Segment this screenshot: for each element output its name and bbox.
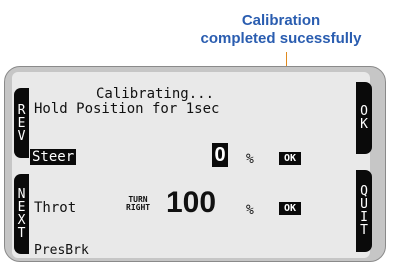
screen-title: Calibrating...	[96, 86, 215, 102]
throt-unit: %	[246, 203, 254, 218]
steer-label: Steer	[30, 149, 77, 165]
throt-label: Throt	[34, 200, 77, 216]
softkey-next[interactable]: N E X T	[14, 174, 29, 254]
steer-value: 0	[212, 143, 228, 167]
presbrk-label: PresBrk	[34, 243, 89, 258]
screen-subtitle: Hold Position for 1sec	[34, 101, 220, 117]
throt-mode: TURN RIGHT	[126, 195, 151, 212]
softkey-ok[interactable]: O K	[356, 82, 372, 154]
steer-unit: %	[246, 152, 254, 167]
throt-value: 100	[166, 186, 217, 219]
callout-line-2: completed sucessfully	[200, 30, 362, 47]
softkey-quit[interactable]: Q U I T	[356, 170, 372, 252]
calibration-callout: Calibration completed sucessfully	[170, 12, 392, 48]
steer-status-badge: OK	[279, 152, 301, 165]
callout-line-1: Calibration	[241, 12, 321, 29]
throt-status-badge: OK	[279, 202, 301, 215]
softkey-rev[interactable]: R E V	[14, 88, 29, 158]
